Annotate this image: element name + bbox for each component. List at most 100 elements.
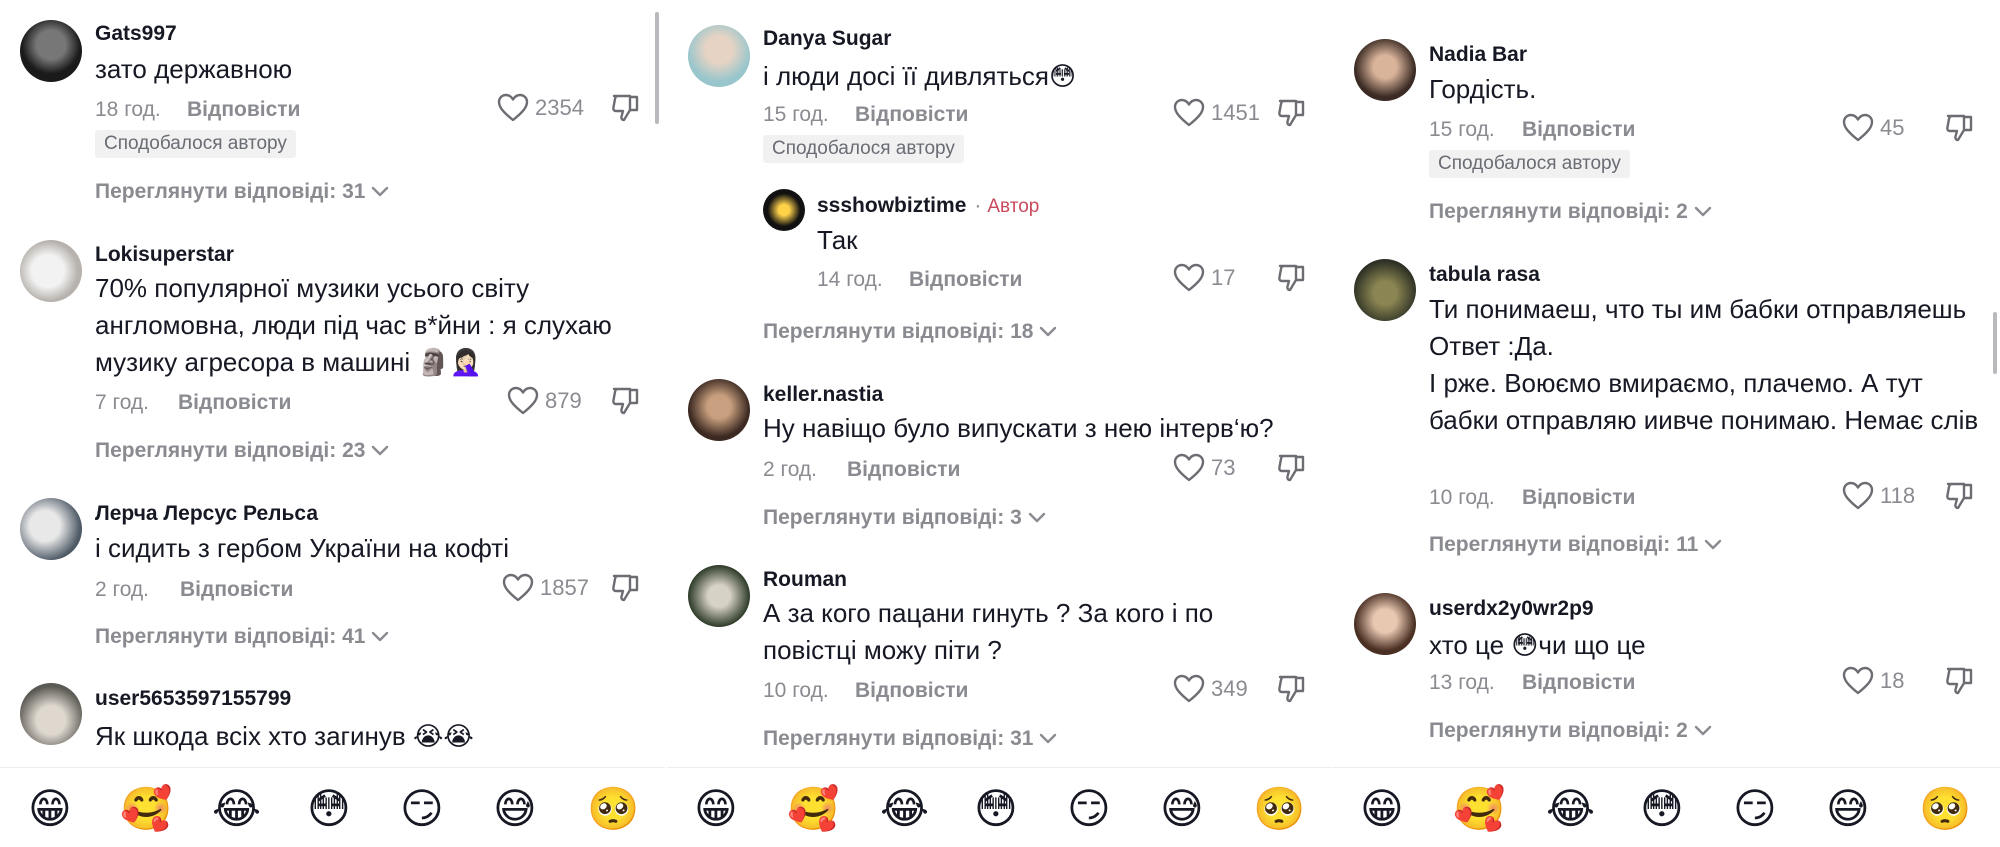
reply-button[interactable]: Відповісти xyxy=(178,391,291,415)
like-button[interactable]: 1857 xyxy=(502,573,589,603)
emoji-sweat-smile[interactable]: 😅 xyxy=(493,786,537,832)
comment-username[interactable]: tabula rasa xyxy=(1429,263,1540,287)
avatar[interactable] xyxy=(688,379,750,441)
comment-username[interactable]: Nadia Bar xyxy=(1429,43,1527,67)
dislike-icon[interactable] xyxy=(1944,113,1974,143)
dislike-icon[interactable] xyxy=(610,93,640,123)
avatar[interactable] xyxy=(1354,259,1416,321)
avatar[interactable] xyxy=(20,498,82,560)
like-button[interactable]: 349 xyxy=(1173,674,1248,704)
avatar[interactable] xyxy=(688,25,750,87)
emoji-grinning[interactable]: 😁 xyxy=(28,786,72,832)
emoji-smirk[interactable]: 😏 xyxy=(1067,786,1111,832)
view-replies-button[interactable]: Переглянути відповіді: 2 xyxy=(1429,719,1712,743)
chevron-down-icon xyxy=(1039,326,1057,338)
view-replies-button[interactable]: Переглянути відповіді: 31 xyxy=(95,180,389,204)
comment-text: Так xyxy=(817,225,858,255)
avatar[interactable] xyxy=(688,565,750,627)
like-button[interactable]: 73 xyxy=(1173,453,1235,483)
author-username[interactable]: ssshowbiztime xyxy=(817,194,966,217)
emoji-smirk[interactable]: 😏 xyxy=(400,786,444,832)
comment-username[interactable]: user5653597155799 xyxy=(95,687,291,711)
emoji-smiling-hearts[interactable]: 🥰 xyxy=(1453,786,1505,832)
emoji-joy[interactable]: 😂 xyxy=(212,786,261,832)
avatar[interactable] xyxy=(20,20,82,82)
comment-username[interactable]: Gats997 xyxy=(95,22,177,46)
like-button[interactable]: 1451 xyxy=(1173,98,1260,128)
avatar[interactable] xyxy=(1354,39,1416,101)
view-replies-button[interactable]: Переглянути відповіді: 11 xyxy=(1429,533,1722,557)
comment-text: і люди досі її дивляться😳 xyxy=(763,61,1077,91)
avatar[interactable] xyxy=(20,683,82,745)
comment-list[interactable]: Nadia Bar Гордість. 15 год. Відповісти 4… xyxy=(1333,0,2000,765)
reply-button[interactable]: Відповісти xyxy=(187,98,300,122)
avatar[interactable] xyxy=(20,240,82,302)
like-button[interactable]: 879 xyxy=(507,386,582,416)
dislike-icon[interactable] xyxy=(610,386,640,416)
comment-text: А за кого пацани гинуть ? За кого і по п… xyxy=(763,598,1214,665)
like-button[interactable]: 2354 xyxy=(497,93,584,123)
dislike-icon[interactable] xyxy=(1276,453,1306,483)
emoji-flushed[interactable]: 😳 xyxy=(974,786,1018,832)
reply-button[interactable]: Відповісти xyxy=(1522,671,1635,695)
view-replies-button[interactable]: Переглянути відповіді: 41 xyxy=(95,625,389,649)
avatar[interactable] xyxy=(1354,593,1416,655)
view-replies-button[interactable]: Переглянути відповіді: 31 xyxy=(763,727,1057,751)
dislike-icon[interactable] xyxy=(1276,674,1306,704)
comment-username[interactable]: Rouman xyxy=(763,568,847,592)
liked-by-author-badge: Сподобалося автору xyxy=(95,130,296,158)
like-count: 1451 xyxy=(1211,100,1260,125)
avatar[interactable] xyxy=(763,189,805,231)
comment-username[interactable]: Lokisuperstar xyxy=(95,243,234,267)
reply-button[interactable]: Відповісти xyxy=(909,268,1022,292)
view-replies-button[interactable]: Переглянути відповіді: 18 xyxy=(763,320,1057,344)
reply-button[interactable]: Відповісти xyxy=(855,103,968,127)
comment-username[interactable]: keller.nastia xyxy=(763,383,883,407)
reply-button[interactable]: Відповісти xyxy=(180,578,293,602)
emoji-joy[interactable]: 😂 xyxy=(1546,786,1595,832)
emoji-sweat-smile[interactable]: 😅 xyxy=(1826,786,1870,832)
view-replies-button[interactable]: Переглянути відповіді: 3 xyxy=(763,506,1046,530)
scrollbar[interactable] xyxy=(1993,312,1997,374)
heart-icon xyxy=(1842,481,1874,511)
emoji-joy[interactable]: 😂 xyxy=(880,786,929,832)
comment-username[interactable]: Danya Sugar xyxy=(763,27,891,51)
emoji-smirk[interactable]: 😏 xyxy=(1733,786,1777,832)
reply-button[interactable]: Відповісти xyxy=(847,458,960,482)
comment-username[interactable]: ssshowbiztime · Автор xyxy=(817,194,1039,218)
emoji-pleading[interactable]: 🥺 xyxy=(1919,786,1971,832)
comment-username[interactable]: userdx2y0wr2p9 xyxy=(1429,597,1594,621)
emoji-grinning[interactable]: 😁 xyxy=(1360,786,1404,832)
dislike-icon[interactable] xyxy=(1944,666,1974,696)
comment-username[interactable]: Лерча Лерсус Рельса xyxy=(95,502,318,526)
reply-button[interactable]: Відповісти xyxy=(1522,486,1635,510)
view-replies-label: Переглянути відповіді: 41 xyxy=(95,625,366,648)
emoji-smiling-hearts[interactable]: 🥰 xyxy=(787,786,839,832)
like-button[interactable]: 118 xyxy=(1842,481,1915,511)
view-replies-button[interactable]: Переглянути відповіді: 2 xyxy=(1429,200,1712,224)
like-button[interactable]: 17 xyxy=(1173,263,1235,293)
emoji-pleading[interactable]: 🥺 xyxy=(1253,786,1305,832)
like-button[interactable]: 18 xyxy=(1842,666,1904,696)
scrollbar[interactable] xyxy=(655,12,659,124)
comment-list[interactable]: Gats997 зато державною 18 год. Відповіст… xyxy=(0,0,665,765)
dislike-icon[interactable] xyxy=(1944,481,1974,511)
chevron-down-icon xyxy=(371,445,389,457)
like-button[interactable]: 45 xyxy=(1842,113,1904,143)
emoji-grinning[interactable]: 😁 xyxy=(694,786,738,832)
emoji-flushed[interactable]: 😳 xyxy=(1640,786,1684,832)
dislike-icon[interactable] xyxy=(1276,98,1306,128)
heart-icon xyxy=(1842,113,1874,143)
comment-time: 13 год. xyxy=(1429,671,1495,694)
reply-button[interactable]: Відповісти xyxy=(855,679,968,703)
comment-list[interactable]: Danya Sugar і люди досі її дивляться😳 15… xyxy=(667,0,1332,765)
chevron-down-icon xyxy=(1028,512,1046,524)
dislike-icon[interactable] xyxy=(610,573,640,603)
emoji-sweat-smile[interactable]: 😅 xyxy=(1160,786,1204,832)
dislike-icon[interactable] xyxy=(1276,263,1306,293)
emoji-flushed[interactable]: 😳 xyxy=(307,786,351,832)
view-replies-button[interactable]: Переглянути відповіді: 23 xyxy=(95,439,389,463)
emoji-pleading[interactable]: 🥺 xyxy=(587,786,639,832)
reply-button[interactable]: Відповісти xyxy=(1522,118,1635,142)
emoji-smiling-hearts[interactable]: 🥰 xyxy=(120,786,172,832)
